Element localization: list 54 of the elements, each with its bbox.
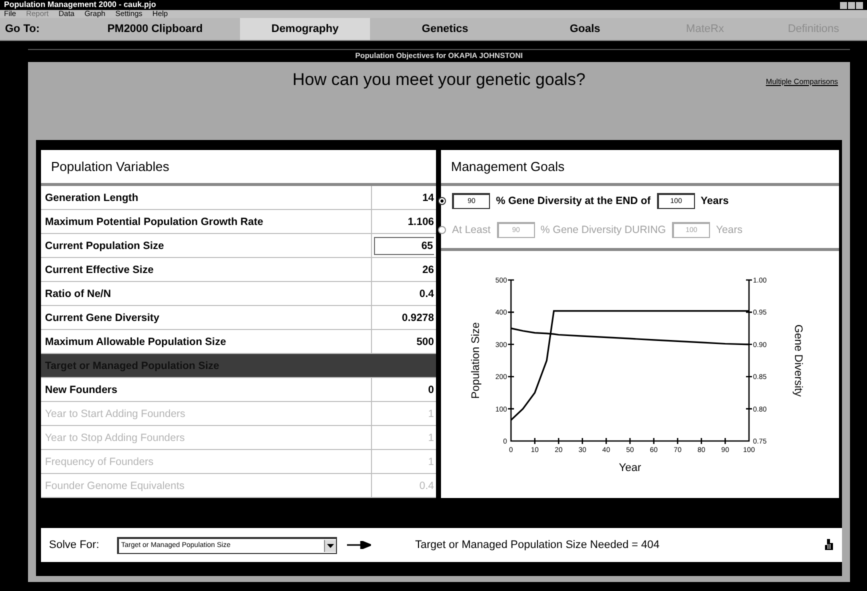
radio-button[interactable]	[438, 196, 446, 204]
variable-row[interactable]: Maximum Potential Population Growth Rate 1.106	[41, 210, 436, 234]
solve-result: Target or Managed Population Size Needed = 404	[415, 539, 660, 551]
value-text: 14	[422, 192, 434, 204]
axis-title: Gene Diversity	[792, 324, 804, 397]
value-text: 26	[422, 264, 434, 276]
axis-title: Year	[618, 462, 642, 474]
variable-row[interactable]: Current Population Size 65	[41, 234, 436, 258]
value-text: 0.9278	[402, 312, 434, 324]
variable-label: Current Effective Size	[44, 262, 155, 278]
value-text: 1.106	[408, 216, 434, 228]
nav-tab[interactable]: PM2000 Clipboard	[70, 18, 240, 40]
axis-title: Population Size	[470, 322, 482, 399]
goal-text: At Least	[452, 224, 491, 236]
panel-heading: Management Goals	[441, 150, 839, 186]
window-title: Population Management 2000 - cauk.pjo	[4, 0, 156, 10]
variable-label: New Founders	[44, 382, 118, 398]
arrow-icon	[347, 541, 372, 549]
value-text: 1	[428, 408, 434, 420]
goal-text: Years	[700, 194, 729, 206]
variable-label: Generation Length	[44, 190, 140, 206]
solve-label: Solve For:	[49, 539, 100, 551]
variable-row[interactable]: Ratio of Ne/N 0.4	[41, 282, 436, 306]
variable-label: Frequency of Founders	[44, 454, 155, 470]
variable-label: Maximum Allowable Population Size	[44, 334, 228, 350]
variable-row[interactable]: Current Effective Size 26	[41, 258, 436, 282]
variable-row[interactable]: Generation Length 14	[41, 186, 436, 210]
window-controls-icon[interactable]	[840, 2, 863, 8]
variable-label: Year to Start Adding Founders	[44, 406, 186, 422]
value-text: 500	[416, 336, 434, 348]
goal-text: % Gene Diversity DURING	[540, 224, 666, 236]
goal-text: % Gene Diversity at the END of	[496, 194, 651, 206]
variable-label: Founder Genome Equivalents	[44, 478, 186, 494]
variable-label: Current Gene Diversity	[44, 310, 160, 326]
value-text: 0.4	[419, 480, 434, 492]
nav-tab[interactable]: Genetics	[370, 18, 520, 40]
value-text: 0.4	[419, 288, 434, 300]
variable-row[interactable]: Maximum Allowable Population Size 500	[41, 330, 436, 354]
question-heading: How can you meet your genetic goals?	[292, 70, 586, 90]
variable-label: Ratio of Ne/N	[44, 286, 112, 302]
caret-icon	[327, 544, 334, 548]
value-text: 1	[428, 456, 434, 468]
variable-row[interactable]: Current Gene Diversity 0.9278	[41, 306, 436, 330]
nav-tab[interactable]: Demography	[240, 18, 370, 40]
nav-tab[interactable]: Goals	[520, 18, 650, 40]
variable-label: Current Population Size	[44, 238, 166, 254]
variable-row[interactable]: New Founders 0	[41, 378, 436, 402]
value-text: 0	[428, 384, 434, 396]
value-text: 1	[428, 432, 434, 444]
goal-text: Years	[716, 224, 742, 236]
value-field[interactable]: 65	[374, 236, 434, 254]
variable-label: Maximum Potential Population Growth Rate	[44, 214, 264, 230]
variable-label: Year to Stop Adding Founders	[44, 430, 186, 446]
nav-label: Go To:	[4, 22, 41, 37]
